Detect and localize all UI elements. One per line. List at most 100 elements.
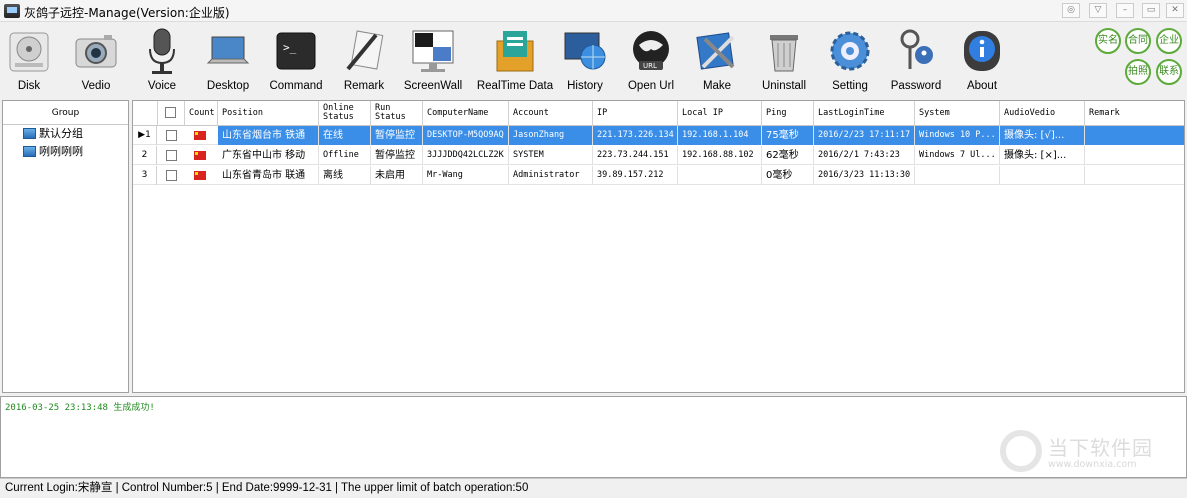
cell-audio-vedio: 摄像头: [√]... bbox=[1000, 126, 1085, 145]
watermark-logo-icon bbox=[1000, 430, 1042, 472]
title-bar: 灰鸽子远控-Manage(Version:企业版) ◎ ▽ – ▭ ✕ bbox=[0, 0, 1187, 22]
desktop-button[interactable]: Desktop bbox=[195, 24, 261, 96]
cell-system bbox=[915, 166, 1000, 185]
cell-local-ip: 192.168.1.104 bbox=[678, 126, 762, 145]
cell-local-ip bbox=[678, 166, 762, 185]
col-ip[interactable]: IP bbox=[593, 101, 678, 126]
cell-ping: 62毫秒 bbox=[762, 146, 814, 165]
photo-button[interactable]: 拍照 bbox=[1125, 59, 1151, 85]
group-item-custom[interactable]: 咧咧咧咧 bbox=[3, 143, 128, 161]
row-indicator: 3 bbox=[133, 166, 157, 185]
command-button[interactable]: >_ Command bbox=[263, 24, 329, 96]
col-remark[interactable]: Remark bbox=[1085, 101, 1184, 126]
cell-run-status: 暂停监控 bbox=[371, 146, 423, 165]
col-run-status[interactable]: Run Status bbox=[371, 101, 423, 126]
svg-text:URL: URL bbox=[643, 62, 657, 70]
col-position[interactable]: Position bbox=[218, 101, 319, 126]
main-toolbar: Disk Vedio Voice Desktop >_ Command Rema… bbox=[0, 22, 1187, 98]
col-online-status[interactable]: Online Status bbox=[319, 101, 371, 126]
screenwall-button[interactable]: ScreenWall bbox=[400, 24, 466, 96]
watermark-text: 当下软件园 bbox=[1048, 436, 1153, 460]
china-flag-icon bbox=[194, 171, 206, 180]
close-button[interactable]: ✕ bbox=[1166, 3, 1184, 18]
grid-header: Count Position Online Status Run Status … bbox=[133, 101, 1184, 126]
cell-audio-vedio bbox=[1000, 166, 1085, 185]
cell-remark bbox=[1085, 126, 1184, 145]
remark-button[interactable]: Remark bbox=[331, 24, 397, 96]
window-title: 灰鸽子远控-Manage(Version:企业版) bbox=[24, 6, 230, 20]
col-computer-name[interactable]: ComputerName bbox=[423, 101, 509, 126]
disk-icon bbox=[9, 32, 49, 72]
cell-remark bbox=[1085, 146, 1184, 165]
cell-ip: 39.89.157.212 bbox=[593, 166, 678, 185]
cell-online-status: Offline bbox=[319, 146, 371, 165]
table-row[interactable]: ▶1 山东省烟台市 铁通 在线 暂停监控 DESKTOP-M5QO9AQ Jas… bbox=[133, 126, 1184, 145]
cell-ip: 223.73.244.151 bbox=[593, 146, 678, 165]
enterprise-button[interactable]: 企业 bbox=[1156, 28, 1182, 54]
gear-icon bbox=[830, 31, 870, 71]
cell-ip: 221.173.226.134 bbox=[593, 126, 678, 145]
col-last-login[interactable]: LastLoginTime bbox=[814, 101, 915, 126]
cell-run-status: 暂停监控 bbox=[371, 126, 423, 145]
svg-text:>_: >_ bbox=[283, 41, 297, 54]
realtime-data-button[interactable]: RealTime Data bbox=[477, 24, 553, 96]
cell-computer-name: DESKTOP-M5QO9AQ bbox=[423, 126, 509, 145]
row-checkbox[interactable] bbox=[166, 170, 177, 181]
select-all-checkbox[interactable] bbox=[165, 107, 176, 118]
select-all-header[interactable] bbox=[158, 101, 185, 126]
table-row[interactable]: 2 广东省中山市 移动 Offline 暂停监控 3JJJDDQ42LCLZ2K… bbox=[133, 146, 1184, 165]
menu-button[interactable]: ▽ bbox=[1089, 3, 1107, 18]
group-header: Group bbox=[3, 101, 128, 125]
camera-icon bbox=[75, 35, 117, 68]
cell-remark bbox=[1085, 166, 1184, 185]
cell-account: Administrator bbox=[509, 166, 593, 185]
col-local-ip[interactable]: Local IP bbox=[678, 101, 762, 126]
row-checkbox[interactable] bbox=[166, 130, 177, 141]
info-icon bbox=[964, 31, 1000, 71]
row-indicator: ▶1 bbox=[133, 126, 157, 145]
cell-last-login: 2016/3/23 11:13:30 bbox=[814, 166, 915, 185]
table-row[interactable]: 3 山东省青岛市 联通 离线 未启用 Mr-Wang Administrator… bbox=[133, 166, 1184, 185]
maximize-button[interactable]: ▭ bbox=[1142, 3, 1160, 18]
col-audio-vedio[interactable]: AudioVedio bbox=[1000, 101, 1085, 126]
col-system[interactable]: System bbox=[915, 101, 1000, 126]
about-button[interactable]: About bbox=[949, 24, 1015, 96]
globe-screen-icon bbox=[564, 32, 606, 70]
cell-ping: 0毫秒 bbox=[762, 166, 814, 185]
microphone-icon bbox=[149, 28, 175, 74]
real-name-button[interactable]: 实名 bbox=[1095, 28, 1121, 54]
keys-icon bbox=[900, 29, 933, 69]
cell-position: 山东省青岛市 联通 bbox=[218, 166, 319, 185]
china-flag-icon bbox=[194, 151, 206, 160]
computer-icon bbox=[23, 128, 36, 139]
tools-icon bbox=[696, 32, 735, 70]
contract-button[interactable]: 合同 bbox=[1125, 28, 1151, 54]
col-ping[interactable]: Ping bbox=[762, 101, 814, 126]
trash-icon bbox=[770, 35, 798, 72]
col-count[interactable]: Count bbox=[185, 101, 218, 126]
log-line: 2016-03-25 23:13:48 生成成功! bbox=[5, 403, 155, 413]
skin-button[interactable]: ◎ bbox=[1062, 3, 1080, 18]
cell-computer-name: Mr-Wang bbox=[423, 166, 509, 185]
monitor-wall-icon bbox=[412, 30, 454, 72]
log-panel[interactable]: 2016-03-25 23:13:48 生成成功! 当下软件园 www.down… bbox=[0, 396, 1187, 478]
minimize-button[interactable]: – bbox=[1116, 3, 1134, 18]
cell-computer-name: 3JJJDDQ42LCLZ2K bbox=[423, 146, 509, 165]
cell-run-status: 未启用 bbox=[371, 166, 423, 185]
col-account[interactable]: Account bbox=[509, 101, 593, 126]
row-checkbox[interactable] bbox=[166, 150, 177, 161]
url-globe-icon: URL bbox=[633, 31, 669, 70]
china-flag-icon bbox=[194, 131, 206, 140]
pen-paper-icon bbox=[346, 30, 384, 71]
status-bar: Current Login:宋静宣 | Control Number:5 | E… bbox=[0, 478, 1187, 498]
contact-button[interactable]: 联系 bbox=[1156, 59, 1182, 85]
cell-local-ip: 192.168.88.102 bbox=[678, 146, 762, 165]
group-panel: Group 默认分组 咧咧咧咧 bbox=[2, 100, 129, 393]
group-item-default[interactable]: 默认分组 bbox=[3, 125, 128, 143]
computer-icon bbox=[23, 146, 36, 157]
row-indicator-header bbox=[133, 101, 158, 126]
app-icon bbox=[4, 4, 20, 18]
folder-chart-icon bbox=[496, 31, 534, 72]
cell-last-login: 2016/2/1 7:43:23 bbox=[814, 146, 915, 165]
cell-last-login: 2016/2/23 17:11:17 bbox=[814, 126, 915, 145]
